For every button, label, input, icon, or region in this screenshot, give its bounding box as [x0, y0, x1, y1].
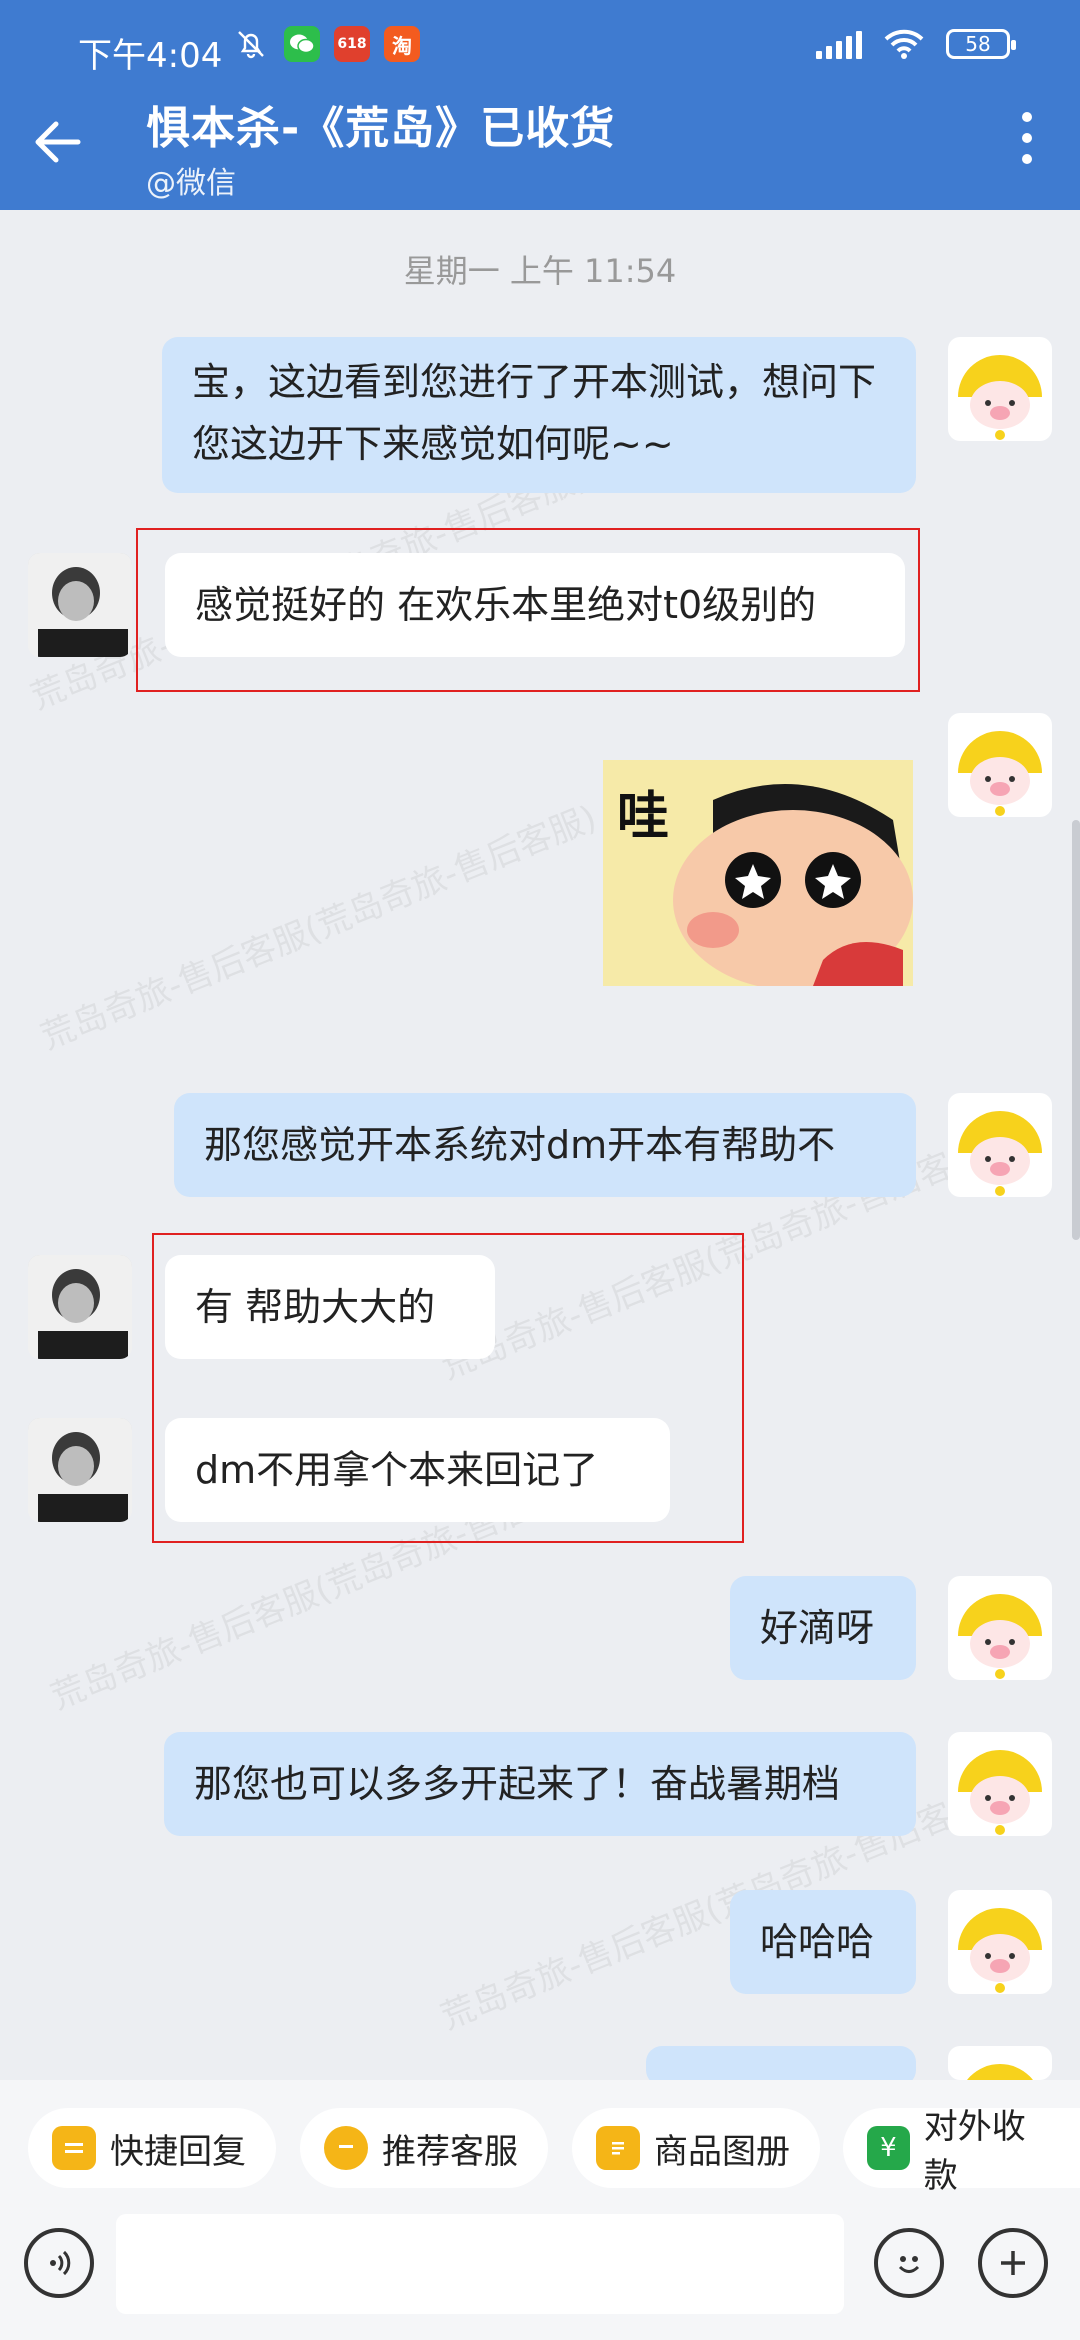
sticker-image[interactable]: 哇	[603, 760, 913, 986]
chat-timestamp: 星期一 上午 11:54	[403, 252, 677, 290]
shop-app-icon-label: 618	[337, 36, 367, 52]
voice-icon[interactable]	[24, 2228, 94, 2298]
status-notification-icons: 618 淘	[232, 26, 420, 62]
avatar-self[interactable]	[948, 1093, 1052, 1197]
yuan-shield-icon: ¥	[867, 2126, 910, 2170]
document-icon	[596, 2126, 640, 2170]
avatar-self[interactable]	[948, 2046, 1052, 2080]
message-text: 有 帮助大大的	[195, 1285, 436, 1329]
page-subtitle: @微信	[146, 166, 236, 201]
pig-helmet-avatar-icon	[958, 355, 1042, 440]
status-time: 下午4:04	[78, 36, 223, 76]
message-bubble-sent[interactable]: 那您感觉开本系统对dm开本有帮助不	[174, 1093, 916, 1197]
header-bar: 下午4:04 618 淘 58 惧本杀-《荒岛》已收货 @微信	[0, 0, 1080, 210]
back-arrow-icon[interactable]	[28, 112, 88, 172]
message-bubble-sent[interactable]: 那您也可以多多开起来了！奋战暑期档	[164, 1732, 916, 1836]
avatar-self[interactable]	[948, 713, 1052, 817]
mute-bell-icon	[232, 26, 270, 62]
customer-photo	[28, 1255, 132, 1359]
message-bubble-sent[interactable]: 哈哈哈	[730, 1890, 916, 1994]
customer-photo	[28, 553, 132, 657]
recommend-service-chip[interactable]: 推荐客服	[300, 2108, 548, 2188]
sticker-caption: 哇	[617, 787, 670, 847]
more-vertical-icon[interactable]	[1020, 112, 1034, 164]
message-bubble-received[interactable]: 感觉挺好的 在欢乐本里绝对t0级别的	[165, 553, 905, 657]
chip-label: 快捷回复	[110, 2131, 246, 2172]
chip-label: 商品图册	[654, 2131, 790, 2172]
product-album-chip[interactable]: 商品图册	[572, 2108, 820, 2188]
message-bubble-sent[interactable]: 好滴呀	[730, 1576, 916, 1680]
message-bubble-received[interactable]: 有 帮助大大的	[165, 1255, 495, 1359]
wifi-icon	[884, 29, 924, 59]
taobao-app-icon: 淘	[384, 26, 420, 62]
message-text: 那您也可以多多开起来了！奋战暑期档	[194, 1762, 841, 1806]
pig-helmet-avatar-icon	[967, 2064, 1033, 2080]
avatar-self[interactable]	[948, 1890, 1052, 1994]
quick-reply-icon	[52, 2126, 96, 2170]
signal-icon	[816, 29, 862, 59]
pig-helmet-avatar-icon	[958, 1111, 1042, 1196]
avatar-self[interactable]	[948, 337, 1052, 441]
message-bubble-received[interactable]: dm不用拿个本来回记了	[165, 1418, 670, 1522]
avatar-customer[interactable]	[28, 1255, 132, 1359]
quick-reply-chip[interactable]: 快捷回复	[28, 2108, 276, 2188]
battery-level: 58	[965, 32, 991, 56]
wechat-app-icon	[284, 26, 320, 62]
message-bubble-sent[interactable]: 宝，这边看到您进行了开本测试，想问下您这边开下来感觉如何呢~~	[162, 337, 916, 493]
pig-helmet-avatar-icon	[958, 1908, 1042, 1993]
chat-bubble-icon	[324, 2126, 368, 2170]
message-text: 好滴呀	[760, 1606, 875, 1650]
avatar-self[interactable]	[948, 1576, 1052, 1680]
avatar-customer[interactable]	[28, 1418, 132, 1522]
emoji-icon[interactable]	[874, 2228, 944, 2298]
message-text: 哈哈哈	[760, 1920, 875, 1964]
pig-helmet-avatar-icon	[958, 731, 1042, 816]
pig-helmet-avatar-icon	[958, 1594, 1042, 1679]
avatar-self[interactable]	[948, 1732, 1052, 1836]
message-text: 那您感觉开本系统对dm开本有帮助不	[204, 1123, 836, 1167]
avatar-customer[interactable]	[28, 553, 132, 657]
chip-label: 推荐客服	[382, 2131, 518, 2172]
message-text: dm不用拿个本来回记了	[195, 1448, 599, 1492]
plus-icon[interactable]	[978, 2228, 1048, 2298]
message-input[interactable]	[116, 2214, 844, 2314]
message-text: 感觉挺好的 在欢乐本里绝对t0级别的	[195, 583, 817, 627]
external-payment-chip[interactable]: ¥ 对外收款	[843, 2107, 1080, 2196]
pig-helmet-avatar-icon	[958, 1750, 1042, 1835]
battery-icon: 58	[946, 29, 1016, 59]
chip-label: 对外收款	[923, 2107, 1026, 2196]
scrollbar[interactable]	[1072, 820, 1080, 1240]
watermark: 荒岛奇旅-售后客服(荒岛奇旅-售后客服)	[35, 797, 603, 1058]
taobao-app-icon-label: 淘	[392, 33, 412, 58]
page-title: 惧本杀-《荒岛》已收货	[146, 103, 616, 154]
message-text: 宝，这边看到您进行了开本测试，想问下您这边开下来感觉如何呢~~	[192, 360, 877, 466]
shop-app-icon: 618	[334, 26, 370, 62]
status-system-icons: 58	[816, 28, 1016, 60]
customer-photo	[28, 1418, 132, 1522]
